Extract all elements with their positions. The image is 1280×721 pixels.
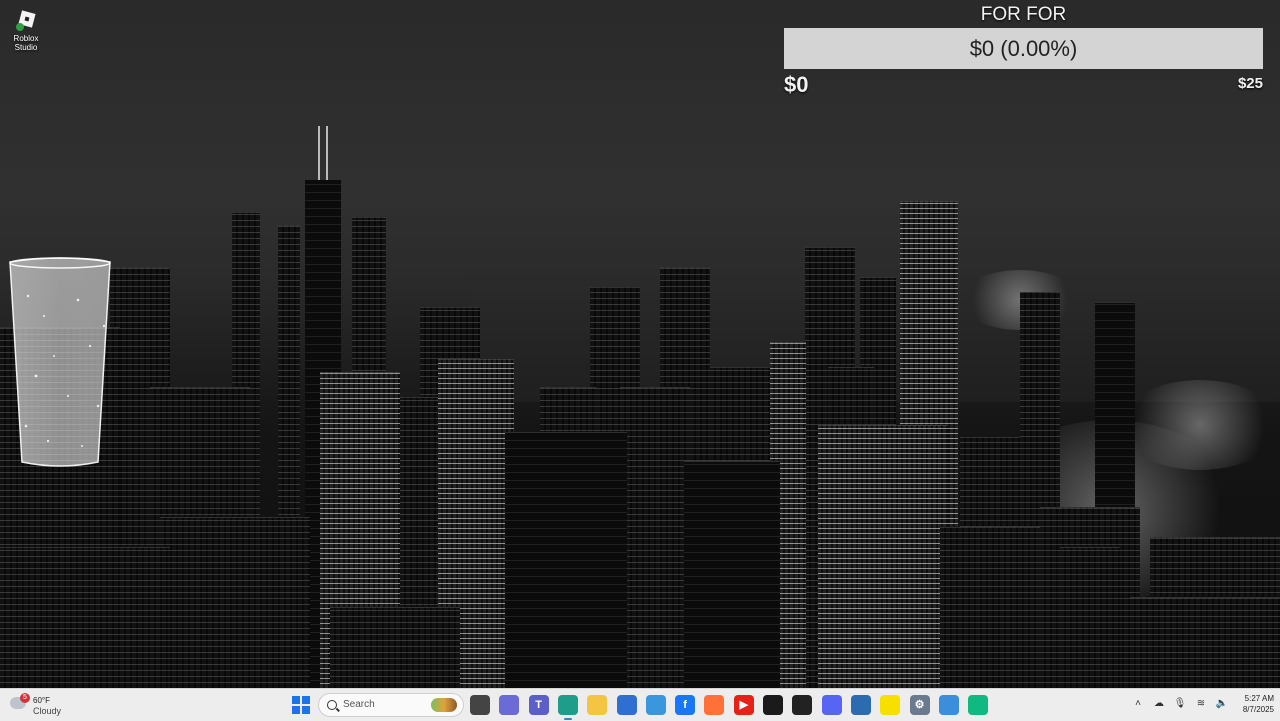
taskbar-app-discord[interactable] bbox=[821, 695, 842, 715]
taskbar-app-roblox-studio[interactable] bbox=[938, 695, 959, 715]
weather-temperature: 60°F bbox=[33, 696, 50, 705]
search-placeholder: Search bbox=[343, 699, 375, 710]
taskbar-app-file-explorer-alt[interactable] bbox=[470, 695, 490, 715]
taskbar-app-snapchat[interactable] bbox=[880, 695, 901, 715]
wifi-icon[interactable]: ≋ bbox=[1194, 696, 1208, 712]
search-highlight-icon bbox=[431, 698, 457, 712]
desktop-icon-label: Studio bbox=[14, 43, 38, 52]
taskbar: 5 60°F Cloudy Search Tf ▶ ⚙ ˄ ☁ 🎙 ≋ 🔈 5:27 AM … bbox=[0, 688, 1280, 721]
desktop-icon-label: Roblox bbox=[13, 34, 39, 43]
weather-condition: Cloudy bbox=[33, 706, 62, 716]
taskbar-app-teams[interactable]: T bbox=[528, 695, 549, 715]
gear-icon: ⚙ bbox=[914, 699, 925, 711]
taskbar-app-terminal-app[interactable] bbox=[792, 695, 813, 715]
wallpaper-building bbox=[160, 517, 310, 688]
windows-logo-icon bbox=[292, 696, 300, 704]
taskbar-app-facebook[interactable]: f bbox=[675, 695, 696, 715]
taskbar-app-mail[interactable] bbox=[616, 695, 637, 715]
wallpaper-spire bbox=[326, 126, 328, 180]
wallpaper-building bbox=[818, 425, 948, 688]
taskbar-app-notepad[interactable] bbox=[850, 695, 871, 715]
taskbar-search-box[interactable]: Search bbox=[318, 693, 464, 717]
wallpaper-building bbox=[684, 461, 780, 688]
taskbar-app-file-explorer[interactable] bbox=[587, 695, 608, 715]
wallpaper-building bbox=[505, 432, 627, 688]
facebook-icon: f bbox=[683, 699, 687, 711]
taskbar-app-edge[interactable] bbox=[557, 695, 578, 720]
windows-logo-icon bbox=[302, 706, 310, 714]
wallpaper-building bbox=[940, 527, 1040, 688]
wallpaper-spire bbox=[318, 126, 320, 180]
microphone-icon[interactable]: 🎙 bbox=[1173, 696, 1187, 712]
goal-title: FOR FOR bbox=[980, 4, 1067, 25]
glass-cup-widget bbox=[8, 256, 112, 470]
taskbar-app-firefox[interactable] bbox=[704, 695, 725, 715]
donation-goal-widget: FOR FOR $0 (0.00%) $0 $25 bbox=[784, 0, 1263, 100]
wallpaper-building bbox=[620, 387, 690, 688]
taskbar-clock[interactable]: 5:27 AM 8/7/2025 bbox=[1228, 693, 1274, 715]
desktop-icon-roblox-studio[interactable]: Roblox Studio bbox=[4, 8, 48, 52]
goal-min-label: $0 bbox=[784, 72, 809, 97]
teams-icon: T bbox=[535, 699, 542, 711]
taskbar-app-settings[interactable]: ⚙ bbox=[909, 695, 930, 715]
notification-badge: 5 bbox=[20, 693, 30, 703]
start-button[interactable] bbox=[292, 696, 310, 714]
search-icon bbox=[327, 700, 337, 710]
taskbar-app-microsoft-store[interactable] bbox=[645, 695, 666, 715]
onedrive-icon[interactable]: ☁ bbox=[1152, 696, 1166, 712]
taskbar-app-stocks-app[interactable] bbox=[763, 695, 783, 715]
chevron-up-icon[interactable]: ˄ bbox=[1131, 696, 1145, 712]
taskbar-app-xbox-game-app[interactable] bbox=[968, 695, 989, 715]
goal-progress-bar: $0 (0.00%) bbox=[784, 28, 1263, 69]
wallpaper-building bbox=[1130, 597, 1280, 688]
clock-date: 8/7/2025 bbox=[1242, 705, 1274, 714]
goal-progress-text: $0 (0.00%) bbox=[969, 36, 1078, 61]
wallpaper-building bbox=[330, 607, 460, 688]
windows-logo-icon bbox=[302, 696, 310, 704]
desktop-wallpaper bbox=[0, 0, 1280, 688]
clock-time: 5:27 AM bbox=[1244, 694, 1274, 703]
wallpaper-building bbox=[1060, 547, 1120, 688]
wallpaper-building bbox=[0, 547, 170, 688]
windows-logo-icon bbox=[292, 706, 300, 714]
taskbar-app-youtube[interactable]: ▶ bbox=[733, 695, 754, 715]
taskbar-app-copilot[interactable] bbox=[499, 695, 520, 715]
volume-icon[interactable]: 🔈 bbox=[1215, 696, 1229, 712]
roblox-studio-icon bbox=[15, 10, 37, 32]
youtube-icon: ▶ bbox=[739, 699, 748, 711]
goal-max-label: $25 bbox=[1237, 75, 1263, 92]
